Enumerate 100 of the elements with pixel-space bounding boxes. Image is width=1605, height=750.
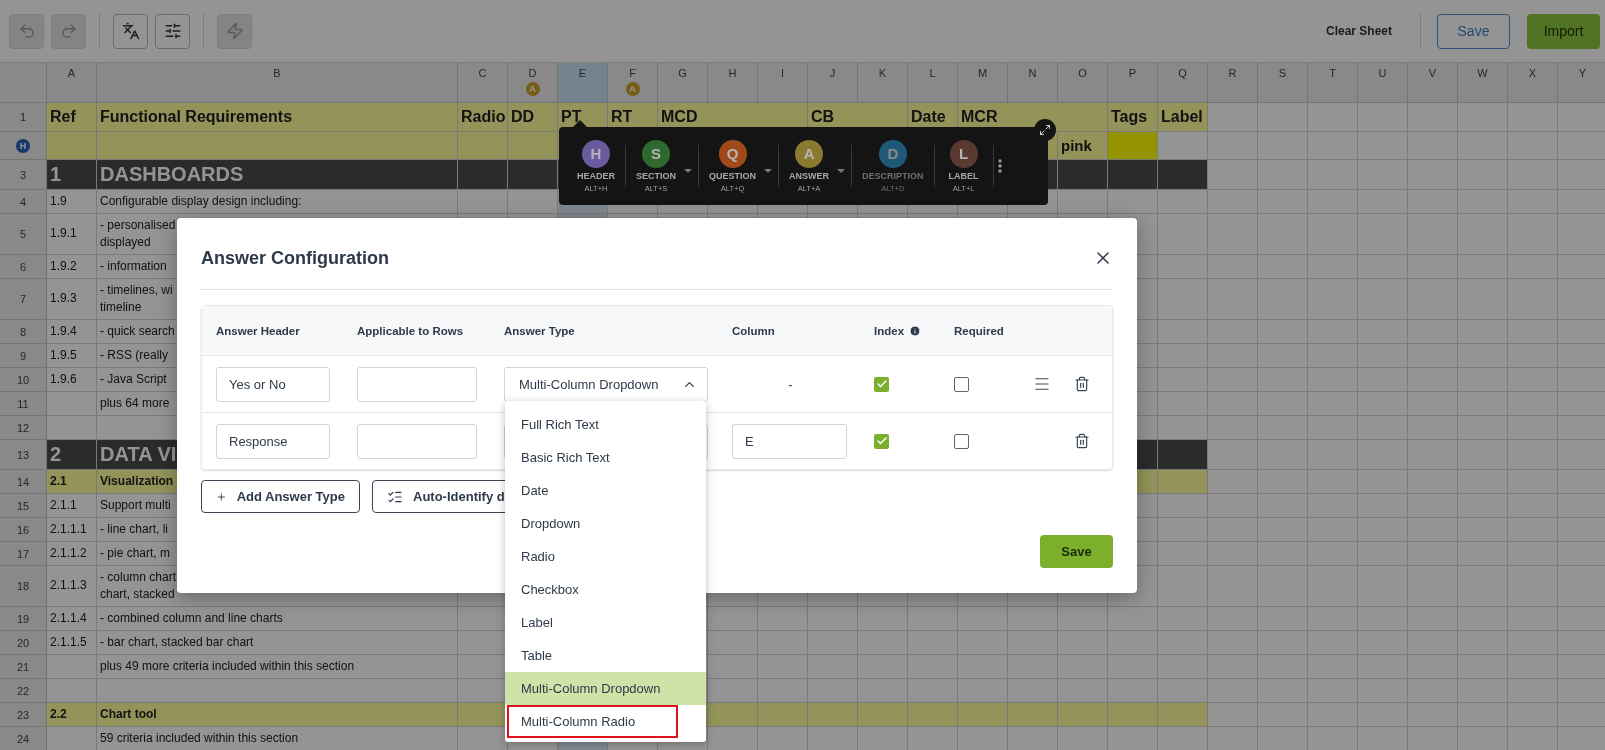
- column-header[interactable]: H: [708, 63, 758, 103]
- column-header[interactable]: P: [1108, 63, 1158, 103]
- row-number: 7: [0, 279, 47, 320]
- sheet-cell: - bar chart, stacked bar chart: [97, 631, 458, 655]
- column-header[interactable]: G: [658, 63, 708, 103]
- menu-option[interactable]: Label: [505, 606, 706, 639]
- required-checkbox[interactable]: [954, 376, 969, 392]
- column-heading: Answer Type: [504, 324, 576, 337]
- more-button[interactable]: [997, 159, 1002, 173]
- import-button[interactable]: Import: [1527, 13, 1600, 49]
- sheet-cell: 2.1.1.1: [47, 518, 97, 542]
- clear-sheet-link[interactable]: Clear Sheet: [1325, 24, 1392, 38]
- column-header[interactable]: N: [1008, 63, 1058, 103]
- more-icon: [997, 159, 1002, 173]
- redo-icon: [59, 22, 78, 40]
- column-header[interactable]: I: [758, 63, 808, 103]
- menu-option[interactable]: Multi-Column Radio: [507, 705, 678, 738]
- row-number: 20: [0, 631, 47, 655]
- menu-option[interactable]: Dropdown: [505, 507, 706, 540]
- column-heading: Required: [954, 324, 1005, 337]
- menu-option[interactable]: Full Rich Text: [505, 408, 706, 441]
- row-number: 22: [0, 679, 47, 703]
- sheet-cell: 1.9.2: [47, 255, 97, 279]
- row-number: 8: [0, 320, 47, 344]
- column-header[interactable]: T: [1308, 63, 1358, 103]
- column-header[interactable]: F A: [608, 63, 658, 103]
- rows-field[interactable]: [357, 366, 477, 402]
- column-header[interactable]: K: [858, 63, 908, 103]
- menu-option[interactable]: Radio: [505, 540, 706, 573]
- row-number: 3: [0, 160, 47, 190]
- translate-icon: [121, 22, 140, 40]
- row-number: 23: [0, 703, 47, 727]
- row-number: 1: [0, 103, 47, 132]
- sheet-cell: Tags: [1108, 103, 1158, 132]
- save-button[interactable]: Save: [1437, 13, 1510, 49]
- row-number: 5: [0, 214, 47, 255]
- answer-type-select[interactable]: Multi-Column Dropdown: [504, 366, 708, 402]
- sheet-cell: Functional Requirements: [97, 103, 458, 132]
- save-button[interactable]: Save: [1040, 535, 1113, 568]
- sheet-cell: 59 criteria included within this section: [97, 727, 458, 750]
- column-field[interactable]: E: [732, 423, 847, 459]
- letter-badge: S: [642, 139, 670, 168]
- header-marker-badge: H: [16, 138, 30, 153]
- answer-header-field[interactable]: Yes or No: [216, 366, 330, 402]
- sheet-cell: pink: [1058, 132, 1108, 160]
- column-header[interactable]: R: [1208, 63, 1258, 103]
- sheet-cell: Chart tool: [97, 703, 458, 727]
- menu-option[interactable]: Checkbox: [505, 573, 706, 606]
- column-header[interactable]: J: [808, 63, 858, 103]
- trash-icon: [1074, 376, 1090, 392]
- column-header[interactable]: A: [47, 63, 97, 103]
- add-answer-type-button[interactable]: Add Answer Type: [201, 480, 360, 513]
- menu-option[interactable]: Date: [505, 474, 706, 507]
- column-header[interactable]: M: [958, 63, 1008, 103]
- column-header[interactable]: O: [1058, 63, 1108, 103]
- column-header[interactable]: X: [1508, 63, 1558, 103]
- reorder-handle[interactable]: [1033, 375, 1051, 393]
- row-number: 14: [0, 470, 47, 494]
- caret-icon[interactable]: [837, 168, 846, 173]
- column-header[interactable]: E: [558, 63, 608, 103]
- row-number: 4: [0, 190, 47, 214]
- column-header[interactable]: U: [1358, 63, 1408, 103]
- undo-icon: [17, 22, 36, 40]
- column-header[interactable]: C: [458, 63, 508, 103]
- column-header[interactable]: W: [1458, 63, 1508, 103]
- index-checkbox[interactable]: [874, 376, 889, 392]
- row-number: 10: [0, 368, 47, 392]
- caret-icon[interactable]: [764, 168, 773, 173]
- column-header[interactable]: Q: [1158, 63, 1208, 103]
- row-number: 6: [0, 255, 47, 279]
- letter-badge: H: [582, 139, 610, 168]
- sheet-cell: 1.9.5: [47, 344, 97, 368]
- column-header[interactable]: S: [1258, 63, 1308, 103]
- menu-option[interactable]: Basic Rich Text: [505, 441, 706, 474]
- row-number: 19: [0, 607, 47, 631]
- sheet-cell: plus 49 more criteria included within this section: [97, 655, 458, 679]
- translate-button[interactable]: [113, 13, 148, 49]
- menu-option[interactable]: Table: [505, 639, 706, 672]
- column-header[interactable]: D A: [508, 63, 558, 103]
- column-header[interactable]: L: [908, 63, 958, 103]
- column-header[interactable]: B: [97, 63, 458, 103]
- sheet-cell: Label: [1158, 103, 1208, 132]
- column-header[interactable]: Y: [1558, 63, 1605, 103]
- menu-option[interactable]: Multi-Column Dropdown: [505, 672, 706, 705]
- required-checkbox[interactable]: [954, 433, 969, 449]
- info-icon[interactable]: [909, 324, 922, 337]
- column-value: -: [787, 376, 794, 392]
- index-checkbox[interactable]: [874, 433, 889, 449]
- row-number: 16: [0, 518, 47, 542]
- sheet-cell: Radio: [458, 103, 508, 132]
- sheet-cell: 2.1.1.5: [47, 631, 97, 655]
- expand-icon: [1039, 124, 1051, 136]
- sheet-cell: 1.9.4: [47, 320, 97, 344]
- answer-header-field[interactable]: Response: [216, 423, 330, 459]
- caret-icon[interactable]: [684, 168, 693, 173]
- rows-field[interactable]: [357, 423, 477, 459]
- sliders-button[interactable]: [155, 13, 190, 49]
- column-header[interactable]: V: [1408, 63, 1458, 103]
- row-number: 18: [0, 566, 47, 607]
- check-icon: [875, 435, 888, 447]
